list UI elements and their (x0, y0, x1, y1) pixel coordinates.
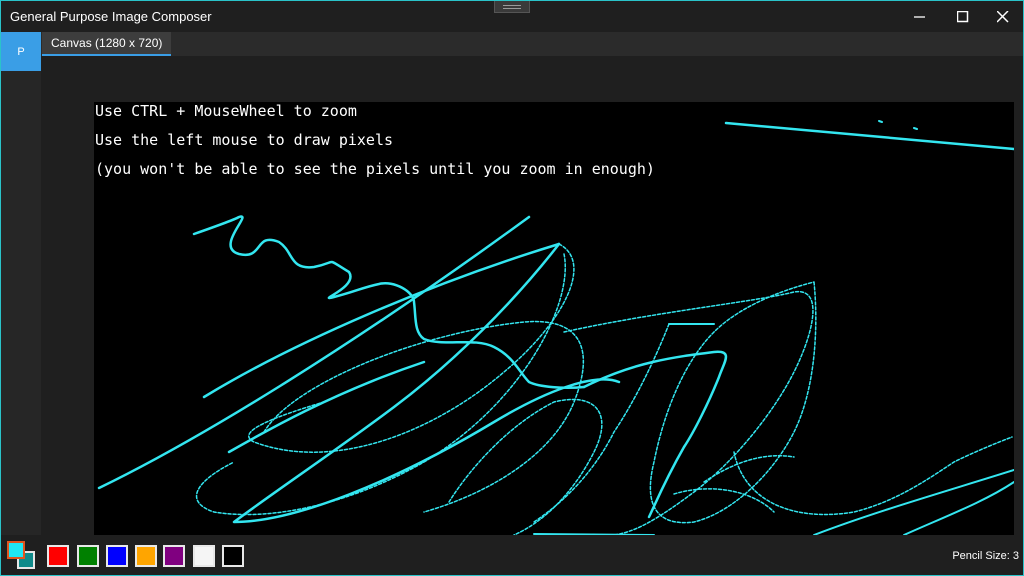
window-title: General Purpose Image Composer (10, 9, 212, 24)
stroke (263, 320, 585, 513)
instruction-draw: Use the left mouse to draw pixels (95, 131, 394, 149)
swatch-black[interactable] (222, 545, 244, 567)
stroke (192, 215, 586, 390)
stroke (724, 121, 1014, 151)
stroke (649, 281, 817, 524)
instruction-note: (you won't be able to see the pixels unt… (95, 160, 655, 178)
drag-grip-icon[interactable] (494, 1, 530, 13)
swatch-blue[interactable] (106, 545, 128, 567)
palette-bar: Pencil Size: 3 (1, 535, 1023, 575)
stroke (195, 253, 566, 516)
minimize-button[interactable] (898, 1, 942, 32)
close-icon (997, 10, 1009, 23)
stroke (563, 291, 814, 535)
app-menu-button[interactable]: P (1, 32, 41, 71)
swatch-red[interactable] (47, 545, 69, 567)
minimize-icon (914, 15, 925, 18)
stroke (247, 243, 575, 453)
primary-color-swatch[interactable] (7, 541, 25, 559)
left-panel (1, 71, 41, 535)
stroke (448, 398, 603, 535)
stroke (813, 469, 1014, 535)
stroke (703, 455, 795, 483)
swatch-purple[interactable] (163, 545, 185, 567)
pencil-size-label: Pencil Size: 3 (952, 550, 1019, 562)
stroke (733, 436, 1013, 516)
stroke (878, 120, 883, 123)
maximize-icon (957, 10, 969, 22)
close-button[interactable] (981, 1, 1024, 32)
tab-canvas[interactable]: Canvas (1280 x 720) (42, 32, 172, 56)
maximize-button[interactable] (941, 1, 985, 32)
stroke (97, 215, 531, 490)
app-window: General Purpose Image Composer P Canvas … (0, 0, 1024, 576)
stroke (232, 242, 621, 524)
stroke (903, 481, 1014, 535)
title-bar[interactable]: General Purpose Image Composer (1, 1, 1023, 32)
drawing-canvas[interactable]: Use CTRL + MouseWheel to zoom Use the le… (94, 102, 1014, 535)
stroke (913, 127, 918, 130)
instruction-zoom: Use CTRL + MouseWheel to zoom (95, 102, 357, 120)
swatch-green[interactable] (77, 545, 99, 567)
stroke (582, 350, 728, 519)
swatch-white[interactable] (193, 545, 215, 567)
swatch-orange[interactable] (135, 545, 157, 567)
